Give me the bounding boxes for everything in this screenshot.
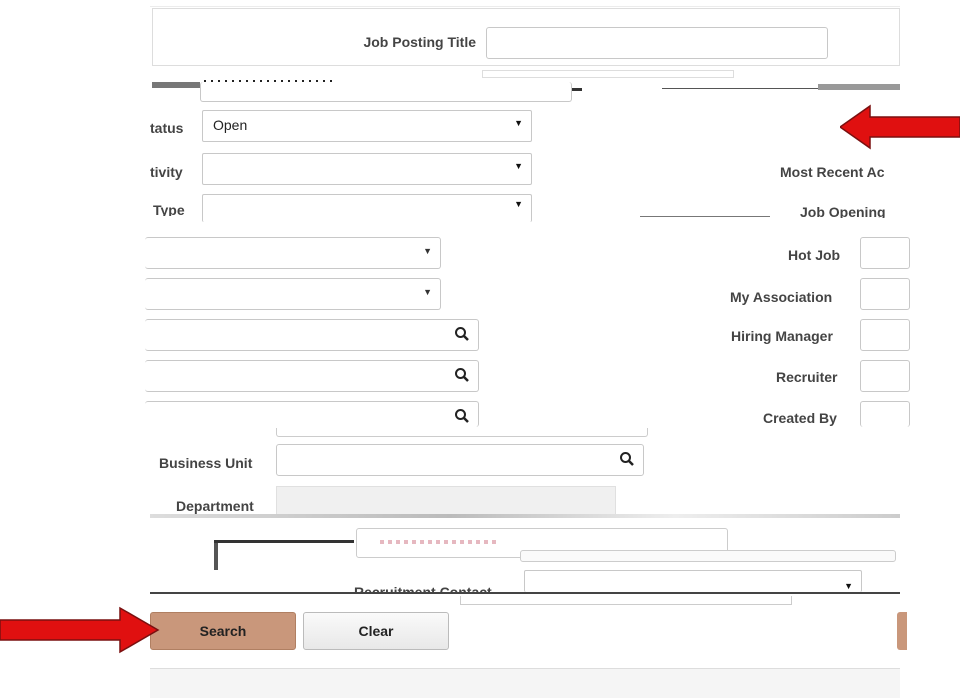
glitch-line (460, 596, 792, 605)
recruiter-label: Recruiter (776, 369, 838, 385)
row-select-1[interactable]: ▼ (145, 237, 441, 269)
bottom-panel (150, 669, 900, 698)
chevron-down-icon: ▼ (514, 161, 523, 171)
job-posting-title-input[interactable] (486, 27, 828, 59)
search-icon[interactable] (454, 367, 470, 383)
glitch-line (150, 592, 900, 594)
chevron-down-icon: ▼ (844, 581, 853, 591)
job-posting-title-label: Job Posting Title (363, 34, 476, 50)
clear-button[interactable]: Clear (303, 612, 449, 650)
search-button[interactable]: Search (150, 612, 296, 650)
status-select-value: Open (213, 117, 248, 133)
business-unit-label: Business Unit (159, 455, 253, 471)
glitch-row-2 (150, 518, 900, 570)
status-label: tatus (150, 120, 184, 136)
search-icon[interactable] (454, 326, 470, 342)
job-opening-id-input[interactable] (200, 82, 572, 102)
hot-job-input[interactable] (860, 237, 910, 269)
department-field (276, 486, 616, 515)
chevron-down-icon: ▼ (423, 287, 432, 297)
created-by-right-input[interactable] (860, 401, 910, 427)
most-recent-label: Most Recent Ac (780, 164, 885, 180)
row-select-2[interactable]: ▼ (145, 278, 441, 310)
my-association-input[interactable] (860, 278, 910, 310)
created-by-input[interactable] (145, 401, 479, 427)
search-icon[interactable] (454, 408, 470, 424)
chevron-down-icon: ▼ (423, 246, 432, 256)
search-icon[interactable] (619, 451, 635, 467)
recruitment-contact-select[interactable]: ▼ (524, 570, 862, 592)
hot-job-label: Hot Job (788, 247, 841, 263)
annotation-arrow-right-pointing (0, 606, 160, 654)
hiring-manager-right-input[interactable] (860, 319, 910, 351)
type-select[interactable]: ▼ (202, 194, 532, 222)
chevron-down-icon: ▼ (514, 118, 523, 128)
activity-select[interactable]: ▼ (202, 153, 532, 185)
business-unit-input[interactable] (276, 444, 644, 476)
job-opening-label: Job Opening (800, 204, 886, 218)
status-select[interactable]: Open ▼ (202, 110, 532, 142)
my-association-label: My Association (730, 289, 833, 305)
recruiter-right-input[interactable] (860, 360, 910, 392)
chevron-down-icon: ▼ (514, 199, 523, 209)
recruiter-input[interactable] (145, 360, 479, 392)
activity-label: tivity (150, 164, 183, 180)
hiring-manager-input[interactable] (145, 319, 479, 351)
type-label: Type (153, 202, 185, 216)
glitch-line (640, 216, 770, 217)
created-by-label: Created By (763, 410, 837, 426)
hiring-manager-label: Hiring Manager (731, 328, 833, 344)
partial-button[interactable] (897, 612, 907, 650)
top-divider (150, 6, 900, 7)
annotation-arrow-left-pointing (840, 104, 960, 150)
glitch-box (276, 428, 648, 437)
department-label: Department (176, 498, 254, 514)
